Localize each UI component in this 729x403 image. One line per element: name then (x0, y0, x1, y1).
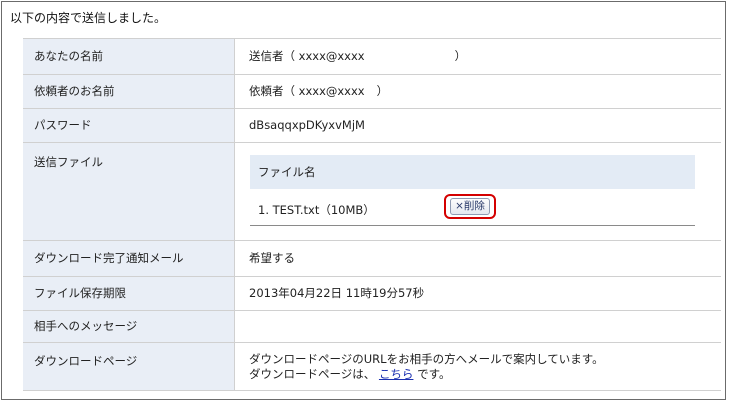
row-requester-name: 依頼者のお名前 依頼者（ xxxx@xxxx ） (23, 75, 721, 109)
label-your-name: あなたの名前 (23, 39, 234, 74)
label-retention: ファイル保存期限 (23, 277, 234, 310)
file-list-divider (250, 225, 695, 226)
delete-file-button[interactable]: ×削除 (450, 198, 490, 215)
label-notify-mail: ダウンロード完了通知メール (23, 241, 234, 276)
label-requester-name: 依頼者のお名前 (23, 75, 234, 108)
download-info-suffix: です。 (417, 367, 451, 381)
value-your-name: 送信者（ xxxx@xxxx ） (234, 39, 721, 74)
row-retention: ファイル保存期限 2013年04月22日 11時19分57秒 (23, 277, 721, 311)
download-page-link[interactable]: こちら (379, 367, 414, 381)
label-download-page: ダウンロードページ (23, 343, 234, 390)
sender-suffix: ） (454, 49, 467, 63)
label-message: 相手へのメッセージ (23, 311, 234, 342)
row-password: パスワード dBsaqqxpDKyxvMjM (23, 109, 721, 143)
row-send-files: 送信ファイル ファイル名 1. TEST.txt（10MB） ×削除 (23, 143, 721, 241)
requester-email: xxxx@xxxx (298, 84, 365, 98)
page-heading: 以下の内容で送信しました。 (10, 11, 167, 25)
row-notify-mail: ダウンロード完了通知メール 希望する (23, 241, 721, 277)
sent-details-table: あなたの名前 送信者（ xxxx@xxxx ） 依頼者のお名前 依頼者（ xxxx… (23, 38, 721, 391)
row-download-page: ダウンロードページ ダウンロードページのURLをお相手の方へメールで案内していま… (23, 343, 721, 391)
value-message (234, 311, 721, 342)
download-info-line1: ダウンロードページのURLをお相手の方へメールで案内しています。 (249, 352, 604, 366)
value-retention: 2013年04月22日 11時19分57秒 (234, 277, 721, 310)
sender-prefix: 送信者（ (249, 49, 295, 63)
value-password: dBsaqqxpDKyxvMjM (234, 109, 721, 142)
requester-suffix: ） (376, 84, 389, 98)
download-info-prefix: ダウンロードページは、 (249, 367, 376, 381)
row-your-name: あなたの名前 送信者（ xxxx@xxxx ） (23, 39, 721, 75)
row-message: 相手へのメッセージ (23, 311, 721, 343)
download-info-line2: ダウンロードページは、 こちら です。 (249, 367, 721, 382)
file-name: 1. TEST.txt（10MB） (258, 203, 375, 217)
value-notify-mail: 希望する (234, 241, 721, 276)
label-password: パスワード (23, 109, 234, 142)
delete-highlight: ×削除 (444, 194, 496, 219)
label-send-files: 送信ファイル (23, 143, 234, 240)
file-list-header: ファイル名 (250, 155, 695, 189)
value-send-files: ファイル名 1. TEST.txt（10MB） ×削除 (234, 143, 721, 240)
sender-email: xxxx@xxxx (298, 49, 365, 63)
requester-prefix: 依頼者（ (249, 84, 295, 98)
result-panel: 以下の内容で送信しました。 あなたの名前 送信者（ xxxx@xxxx ） 依頼者… (1, 1, 726, 400)
value-requester-name: 依頼者（ xxxx@xxxx ） (234, 75, 721, 108)
value-download-page: ダウンロードページのURLをお相手の方へメールで案内しています。 ダウンロードペ… (234, 343, 721, 390)
